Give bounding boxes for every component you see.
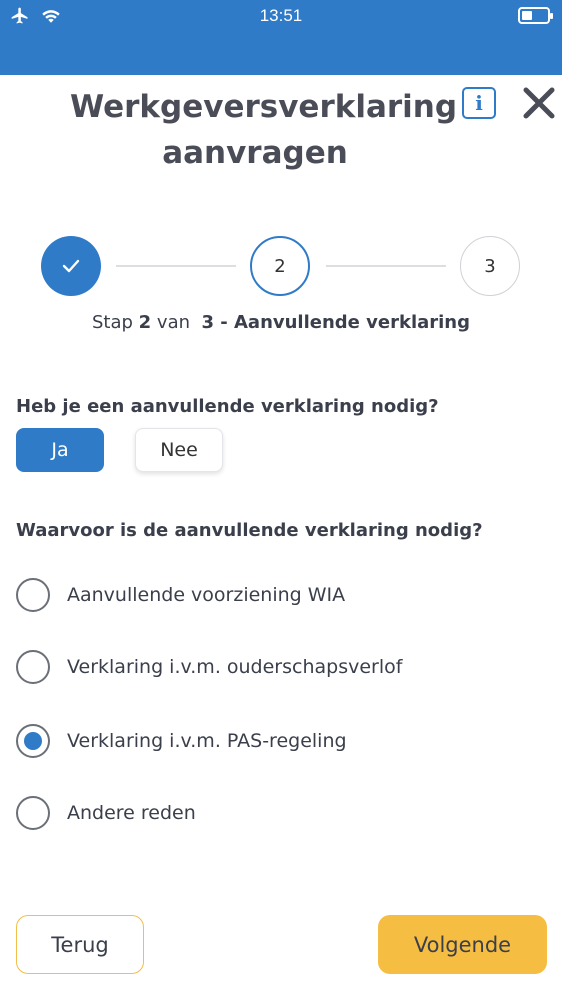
info-button[interactable]: i [462, 87, 496, 119]
radio-option-andere-reden[interactable]: Andere reden [16, 796, 196, 830]
yes-button[interactable]: Ja [16, 428, 104, 472]
checkmark-icon [62, 259, 80, 273]
progress-stepper: 2 3 [0, 236, 562, 296]
next-button[interactable]: Volgende [378, 915, 547, 974]
radio-option-wia[interactable]: Aanvullende voorziening WIA [16, 578, 345, 612]
radio-option-pas-regeling[interactable]: Verklaring i.v.m. PAS-regeling [16, 724, 347, 758]
close-icon [523, 87, 555, 119]
radio-button[interactable] [16, 650, 50, 684]
radio-button-selected[interactable] [16, 724, 50, 758]
radio-option-ouderschapsverlof[interactable]: Verklaring i.v.m. ouderschapsverlof [16, 650, 402, 684]
radio-label: Andere reden [67, 802, 196, 824]
stepper-connector [326, 265, 446, 267]
page-title: Werkgeversverklaring aanvragen [70, 84, 458, 176]
battery-icon [518, 7, 553, 24]
step-1-done [41, 236, 101, 296]
radio-label: Verklaring i.v.m. PAS-regeling [67, 730, 347, 752]
radio-label: Verklaring i.v.m. ouderschapsverlof [67, 656, 403, 678]
question-need-statement: Heb je een aanvullende verklaring nodig? [16, 396, 439, 417]
radio-button[interactable] [16, 796, 50, 830]
radio-button[interactable] [16, 578, 50, 612]
step-2-current: 2 [250, 236, 310, 296]
question-statement-reason: Waarvoor is de aanvullende verklaring no… [16, 520, 483, 541]
radio-label: Aanvullende voorziening WIA [67, 584, 346, 606]
step-3-todo: 3 [460, 236, 520, 296]
status-time: 13:51 [259, 6, 303, 25]
close-button[interactable] [520, 84, 558, 122]
page-title-line1: Werkgeversverklaring [70, 89, 458, 125]
status-bar: 13:51 [0, 0, 562, 75]
stepper-connector [116, 265, 236, 267]
page-title-line2: aanvragen [162, 135, 348, 171]
back-button[interactable]: Terug [16, 915, 144, 974]
info-icon: i [475, 91, 483, 115]
step-caption: Stap 2 van 3 - Aanvullende verklaring [91, 312, 471, 333]
no-button[interactable]: Nee [135, 428, 223, 472]
